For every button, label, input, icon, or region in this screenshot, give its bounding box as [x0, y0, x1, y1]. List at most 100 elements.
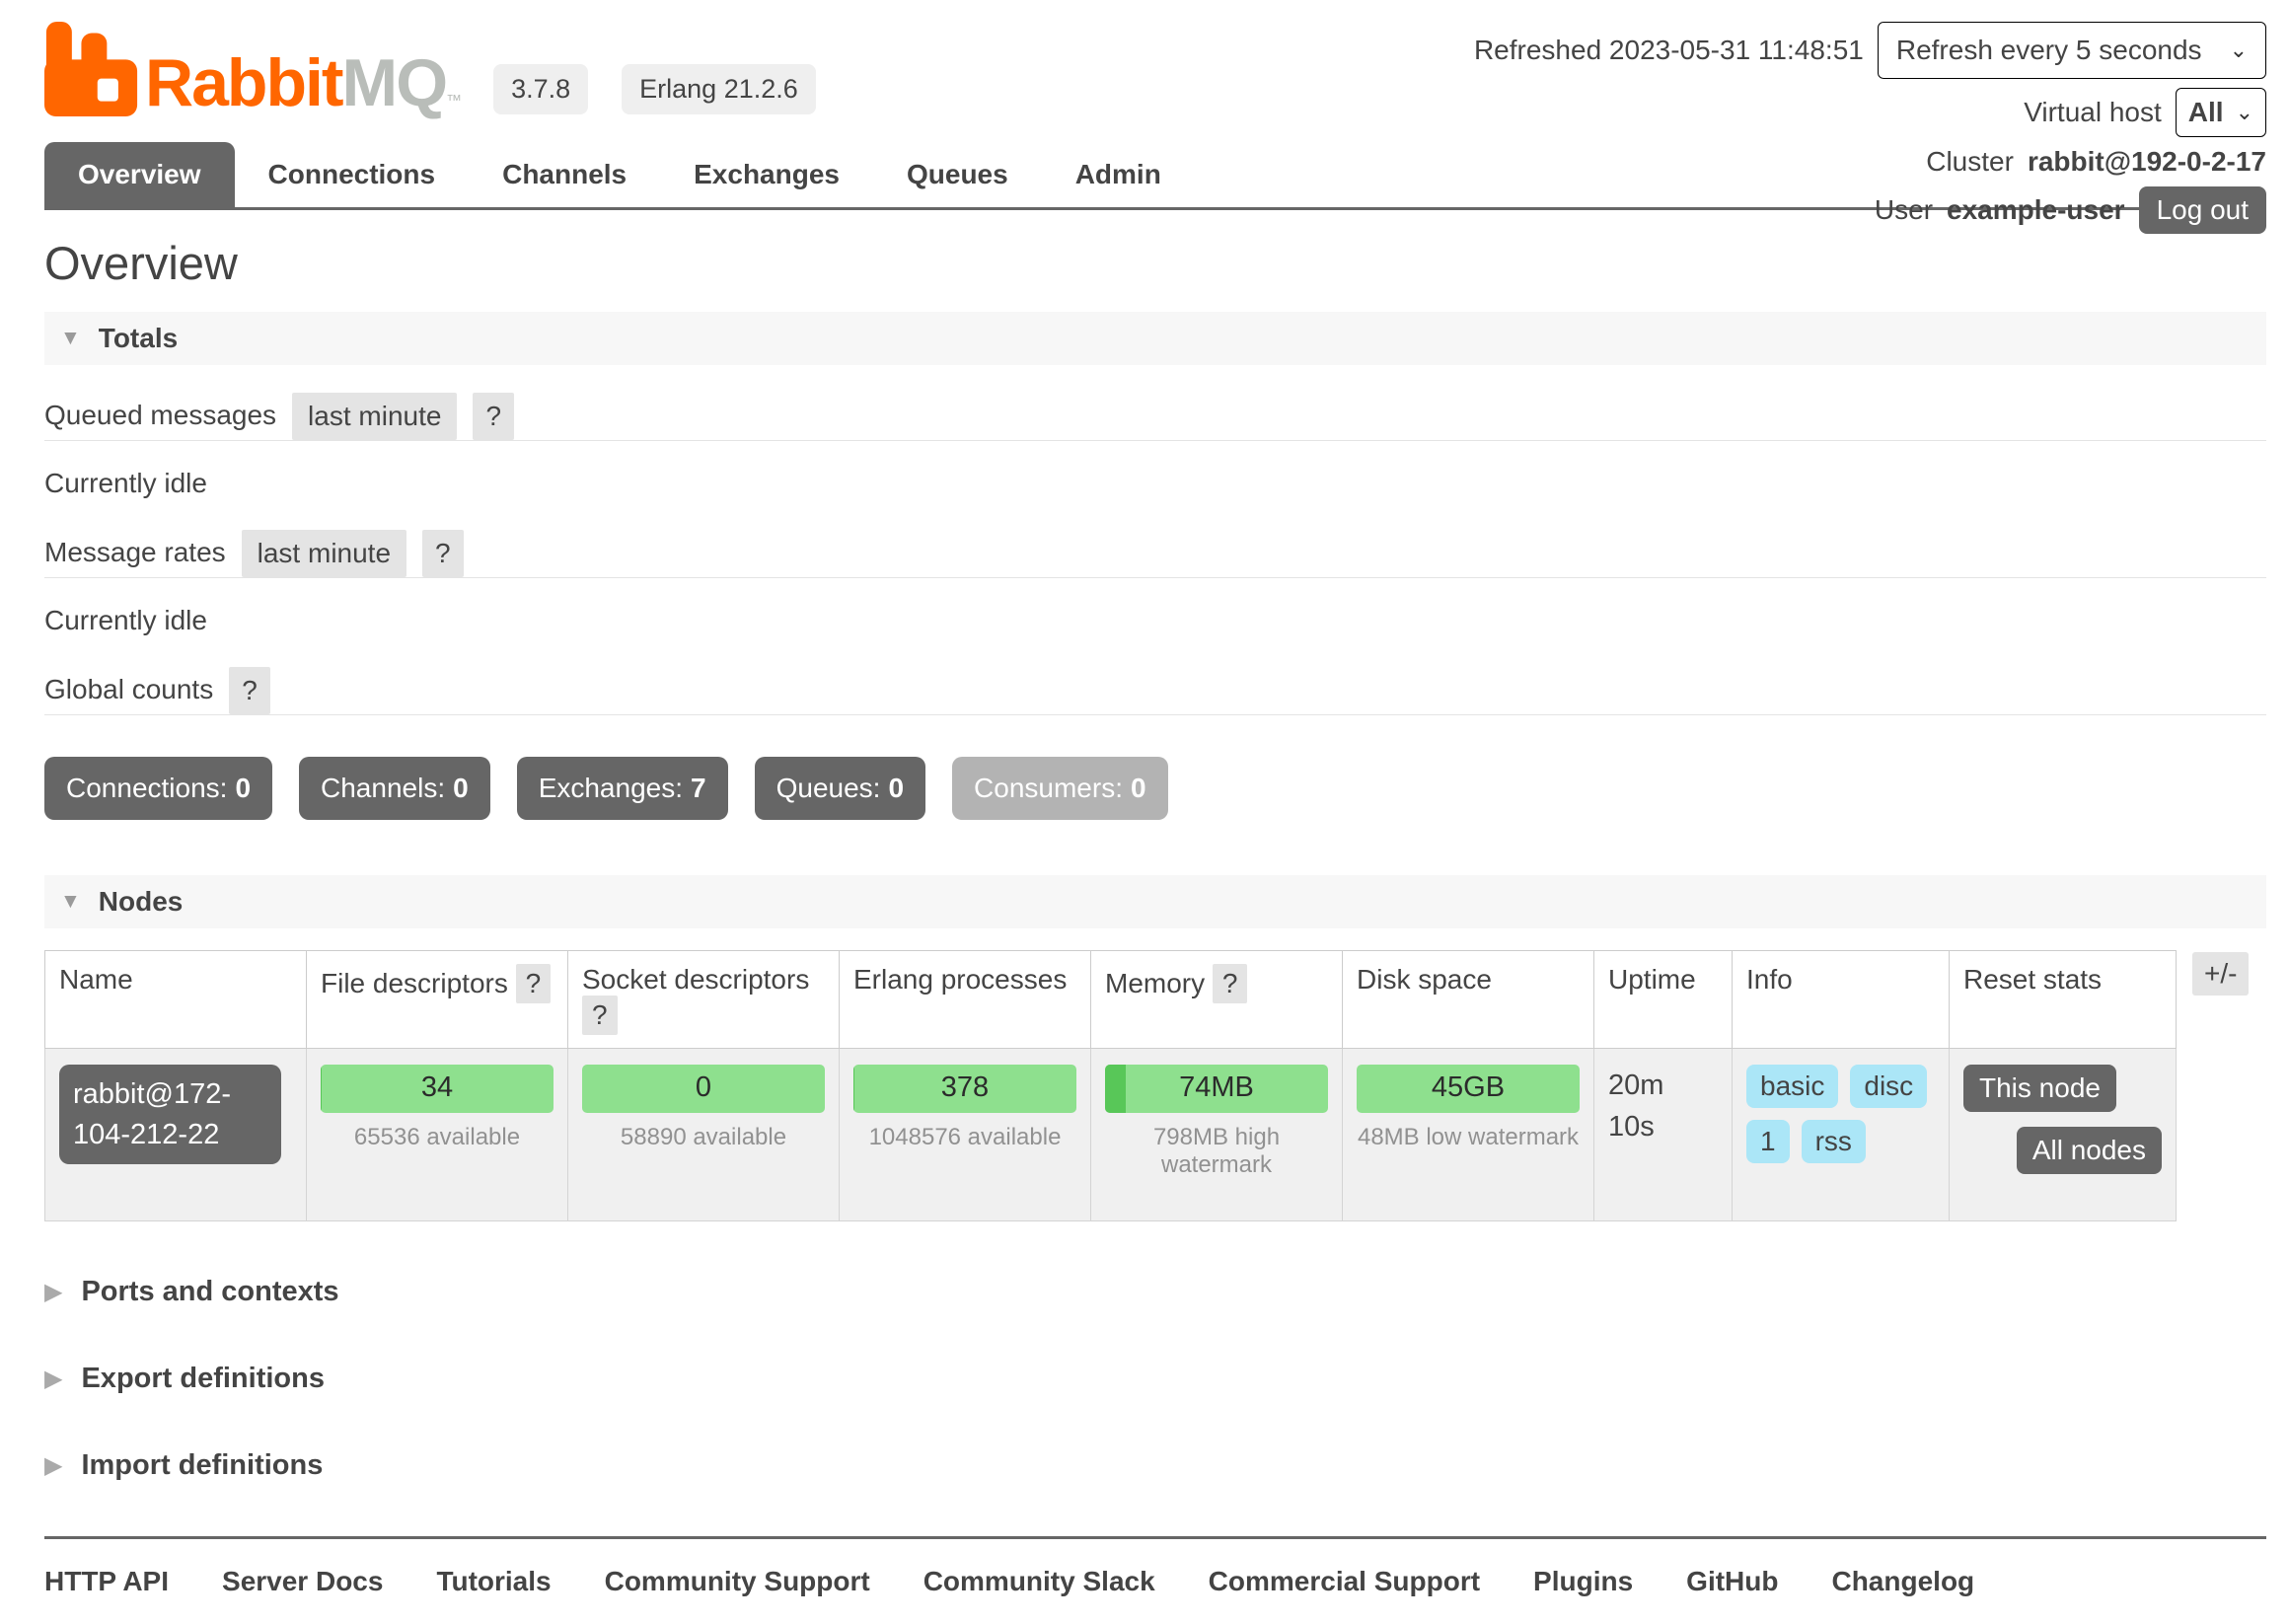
message-rates-help[interactable]: ?: [422, 530, 464, 577]
nodes-header-row: Name File descriptors ? Socket descripto…: [45, 951, 2177, 1049]
file-descriptors-cell: 34 65536 available: [307, 1049, 568, 1221]
count-label: Exchanges:: [539, 773, 683, 803]
col-disk-space: Disk space: [1343, 951, 1594, 1049]
tab-channels[interactable]: Channels: [469, 142, 660, 207]
col-erlang-processes: Erlang processes: [840, 951, 1091, 1049]
footer-link-server-docs[interactable]: Server Docs: [222, 1566, 383, 1597]
trademark-symbol: ™: [446, 93, 460, 110]
meter-value: 45GB: [1357, 1071, 1580, 1104]
global-count-queues[interactable]: Queues:0: [755, 757, 925, 820]
footer-link-community-support[interactable]: Community Support: [605, 1566, 870, 1597]
global-counts-help[interactable]: ?: [229, 667, 270, 714]
file-descriptors-meter: 34: [321, 1065, 554, 1113]
erlang-processes-cell: 378 1048576 available: [840, 1049, 1091, 1221]
erlang-processes-available: 1048576 available: [853, 1124, 1076, 1151]
col-label: Uptime: [1608, 964, 1696, 995]
file-descriptors-help[interactable]: ?: [516, 964, 552, 1003]
section-export-definitions[interactable]: ▶ Export definitions: [44, 1363, 2266, 1395]
logout-button[interactable]: Log out: [2139, 186, 2266, 234]
footer-link-http-api[interactable]: HTTP API: [44, 1566, 169, 1597]
col-socket-descriptors: Socket descriptors ?: [568, 951, 840, 1049]
memory-watermark: 798MB high watermark: [1105, 1124, 1328, 1179]
refreshed-timestamp: Refreshed 2023-05-31 11:48:51: [1474, 35, 1864, 66]
meter-value: 74MB: [1105, 1071, 1328, 1104]
virtual-host-select[interactable]: All ⌄: [2176, 88, 2266, 137]
col-reset-stats: Reset stats: [1950, 951, 2177, 1049]
nodes-table-zone: Name File descriptors ? Socket descripto…: [44, 950, 2266, 1221]
global-count-channels[interactable]: Channels:0: [299, 757, 490, 820]
nodes-heading: Nodes: [99, 886, 184, 918]
queued-messages-label: Queued messages: [44, 400, 276, 440]
socket-descriptors-meter: 0: [582, 1065, 825, 1113]
footer-link-community-slack[interactable]: Community Slack: [923, 1566, 1155, 1597]
col-label: File descriptors: [321, 968, 508, 998]
count-label: Queues:: [776, 773, 881, 803]
socket-descriptors-cell: 0 58890 available: [568, 1049, 840, 1221]
meter-value: 34: [321, 1071, 554, 1104]
footer-link-changelog[interactable]: Changelog: [1831, 1566, 1974, 1597]
uptime-line: 20m: [1608, 1065, 1718, 1106]
global-counts-row: Global counts ?: [44, 667, 2266, 715]
footer-link-tutorials[interactable]: Tutorials: [436, 1566, 551, 1597]
info-badge-disc: disc: [1850, 1065, 1927, 1108]
col-label: Reset stats: [1963, 964, 2102, 995]
page-title: Overview: [44, 236, 2266, 290]
tab-admin[interactable]: Admin: [1042, 142, 1195, 207]
section-label: Import definitions: [81, 1449, 323, 1482]
footer-link-plugins[interactable]: Plugins: [1533, 1566, 1633, 1597]
queued-messages-range-tab[interactable]: last minute: [292, 393, 457, 440]
virtual-host-row: Virtual host All ⌄: [2024, 88, 2266, 137]
nodes-table: Name File descriptors ? Socket descripto…: [44, 950, 2177, 1221]
tab-overview[interactable]: Overview: [44, 142, 235, 207]
count-value: 0: [1131, 773, 1146, 803]
message-rates-idle-status: Currently idle: [44, 605, 2266, 636]
section-import-definitions[interactable]: ▶ Import definitions: [44, 1449, 2266, 1482]
uptime-value: 20m 10s: [1608, 1065, 1718, 1147]
cluster-name: rabbit@192-0-2-17: [2028, 146, 2266, 178]
message-rates-range-tab[interactable]: last minute: [242, 530, 406, 577]
col-name: Name: [45, 951, 307, 1049]
section-label: Export definitions: [81, 1363, 325, 1395]
reset-all-nodes-button[interactable]: All nodes: [2017, 1127, 2162, 1174]
global-count-connections[interactable]: Connections:0: [44, 757, 272, 820]
section-ports-and-contexts[interactable]: ▶ Ports and contexts: [44, 1276, 2266, 1308]
socket-descriptors-available: 58890 available: [582, 1124, 825, 1151]
footer-link-commercial-support[interactable]: Commercial Support: [1209, 1566, 1480, 1597]
count-label: Consumers:: [974, 773, 1123, 803]
brand-mq: MQ: [342, 45, 447, 120]
column-toggle-button[interactable]: +/-: [2192, 952, 2249, 996]
virtual-host-label: Virtual host: [2024, 97, 2162, 128]
col-info: Info: [1733, 951, 1950, 1049]
message-rates-label: Message rates: [44, 537, 226, 577]
memory-help[interactable]: ?: [1213, 964, 1248, 1003]
nodes-section-header[interactable]: ▼ Nodes: [44, 875, 2266, 928]
meter-value: 378: [853, 1071, 1076, 1104]
socket-descriptors-help[interactable]: ?: [582, 996, 618, 1035]
info-cell: basic disc 1 rss: [1733, 1049, 1950, 1221]
chevron-down-icon: ⌄: [2230, 37, 2248, 63]
refresh-interval-value: Refresh every 5 seconds: [1896, 35, 2202, 66]
tab-connections[interactable]: Connections: [235, 142, 470, 207]
col-memory: Memory ?: [1091, 951, 1343, 1049]
node-row: rabbit@172-104-212-22 34 65536 available…: [45, 1049, 2177, 1221]
tab-exchanges[interactable]: Exchanges: [660, 142, 873, 207]
node-name-badge[interactable]: rabbit@172-104-212-22: [59, 1065, 281, 1164]
disk-space-meter: 45GB: [1357, 1065, 1580, 1113]
footer-link-github[interactable]: GitHub: [1686, 1566, 1778, 1597]
virtual-host-value: All: [2188, 97, 2224, 128]
tab-queues[interactable]: Queues: [873, 142, 1042, 207]
erlang-version-badge: Erlang 21.2.6: [622, 64, 816, 114]
refresh-interval-select[interactable]: Refresh every 5 seconds ⌄: [1878, 22, 2266, 79]
collapse-triangle-icon: ▼: [60, 327, 81, 350]
header-right: Refreshed 2023-05-31 11:48:51 Refresh ev…: [1474, 22, 2266, 234]
user-label: User: [1875, 194, 1933, 226]
user-row: User example-user Log out: [1875, 186, 2266, 234]
section-label: Ports and contexts: [81, 1276, 338, 1308]
global-count-exchanges[interactable]: Exchanges:7: [517, 757, 728, 820]
queued-messages-help[interactable]: ?: [473, 393, 514, 440]
totals-section-header[interactable]: ▼ Totals: [44, 312, 2266, 365]
count-label: Channels:: [321, 773, 445, 803]
reset-this-node-button[interactable]: This node: [1963, 1065, 2116, 1112]
expand-arrow-icon: ▶: [44, 1365, 62, 1393]
footer: HTTP API Server Docs Tutorials Community…: [44, 1536, 2266, 1624]
